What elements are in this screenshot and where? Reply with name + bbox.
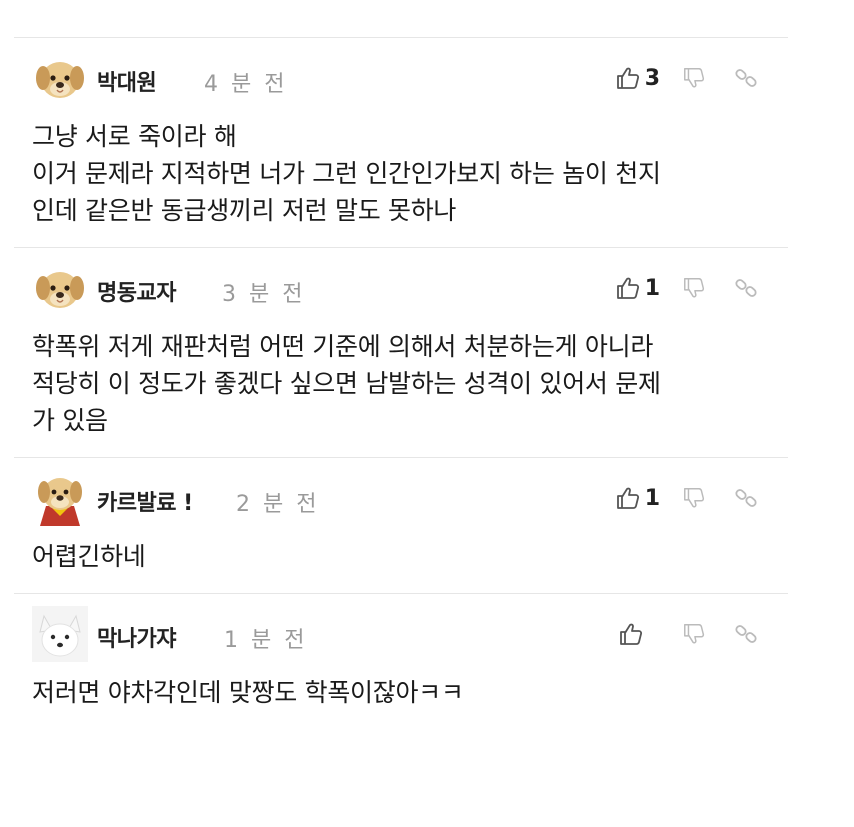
dislike-button[interactable]: [682, 66, 706, 90]
comment-actions: 1: [615, 482, 758, 514]
thumbs-down-icon: [682, 622, 706, 646]
thumbs-up-icon: [618, 621, 644, 647]
comment-item: 명동교자 3 분 전 1 학폭위 저게 재판처럼 어떤 기준에 의해서 처분하는…: [14, 247, 788, 457]
comment-item: 막나가쟈 1 분 전 저러면 야차각인데 맞짱도 학폭이잖아ㅋㅋ: [14, 593, 788, 729]
like-button[interactable]: 1: [615, 485, 660, 511]
author-nickname[interactable]: 박대원: [97, 65, 157, 97]
puppy-cape-icon[interactable]: [32, 470, 88, 526]
comment-line: 인데 같은반 동급생끼리 저런 말도 못하나: [32, 196, 457, 225]
white-fox-icon[interactable]: [32, 606, 88, 662]
comment-header: 명동교자 3 분 전 1: [14, 248, 788, 328]
comment-line: 학폭위 저게 재판처럼 어떤 기준에 의해서 처분하는게 아니라: [32, 332, 654, 361]
comment-text: 그냥 서로 죽이라 해 이거 문제라 지적하면 너가 그런 인간인가보지 하는 …: [14, 118, 788, 247]
like-count: 1: [644, 485, 660, 511]
comment-actions: 1: [615, 272, 758, 304]
like-button[interactable]: [618, 621, 660, 647]
share-link-button[interactable]: [734, 276, 758, 300]
like-count: 1: [644, 275, 660, 301]
comment-line: 저러면 야차각인데 맞짱도 학폭이잖아ㅋㅋ: [32, 678, 464, 707]
comment-header: 카르발료 ! 2 분 전 1: [14, 458, 788, 538]
like-button[interactable]: 3: [615, 65, 660, 91]
author-nickname[interactable]: 막나가쟈: [97, 621, 176, 653]
comment-text: 어렵긴하네: [14, 538, 788, 593]
comment-header: 막나가쟈 1 분 전: [14, 594, 788, 674]
thumbs-up-icon: [615, 275, 641, 301]
comment-actions: 3: [615, 62, 758, 94]
puppy-icon[interactable]: [32, 50, 88, 106]
comment-time: 3 분 전: [222, 282, 306, 307]
comment-time: 1 분 전: [224, 628, 308, 653]
thumbs-down-icon: [682, 66, 706, 90]
comment-actions: [618, 618, 758, 650]
thumbs-down-icon: [682, 276, 706, 300]
comment-item: 카르발료 ! 2 분 전 1 어렵긴하네: [14, 457, 788, 593]
dislike-button[interactable]: [682, 276, 706, 300]
comment-time: 2 분 전: [236, 492, 320, 517]
comment-thread: 박대원 4 분 전 3 그냥 서로 죽이라 해 이거 문제라 지적하면 너가 그…: [14, 37, 788, 729]
link-icon: [734, 622, 758, 646]
share-link-button[interactable]: [734, 486, 758, 510]
comment-time: 4 분 전: [204, 72, 288, 97]
like-button[interactable]: 1: [615, 275, 660, 301]
comment-line: 적당히 이 정도가 좋겠다 싶으면 남발하는 성격이 있어서 문제: [32, 369, 661, 398]
link-icon: [734, 66, 758, 90]
like-count: 3: [644, 65, 660, 91]
comment-text: 학폭위 저게 재판처럼 어떤 기준에 의해서 처분하는게 아니라 적당히 이 정…: [14, 328, 788, 457]
thumbs-up-icon: [615, 485, 641, 511]
comment-item: 박대원 4 분 전 3 그냥 서로 죽이라 해 이거 문제라 지적하면 너가 그…: [14, 37, 788, 247]
comment-line: 그냥 서로 죽이라 해: [32, 122, 237, 151]
comment-text: 저러면 야차각인데 맞짱도 학폭이잖아ㅋㅋ: [14, 674, 788, 729]
comment-header: 박대원 4 분 전 3: [14, 38, 788, 118]
share-link-button[interactable]: [734, 622, 758, 646]
share-link-button[interactable]: [734, 66, 758, 90]
thumbs-up-icon: [615, 65, 641, 91]
dislike-button[interactable]: [682, 486, 706, 510]
author-nickname[interactable]: 카르발료 !: [97, 485, 193, 517]
link-icon: [734, 276, 758, 300]
puppy-icon[interactable]: [32, 260, 88, 316]
thumbs-down-icon: [682, 486, 706, 510]
comment-line: 어렵긴하네: [32, 542, 146, 571]
dislike-button[interactable]: [682, 622, 706, 646]
author-nickname[interactable]: 명동교자: [97, 275, 176, 307]
link-icon: [734, 486, 758, 510]
comment-line: 가 있음: [32, 406, 108, 435]
comment-line: 이거 문제라 지적하면 너가 그런 인간인가보지 하는 놈이 천지: [32, 159, 661, 188]
